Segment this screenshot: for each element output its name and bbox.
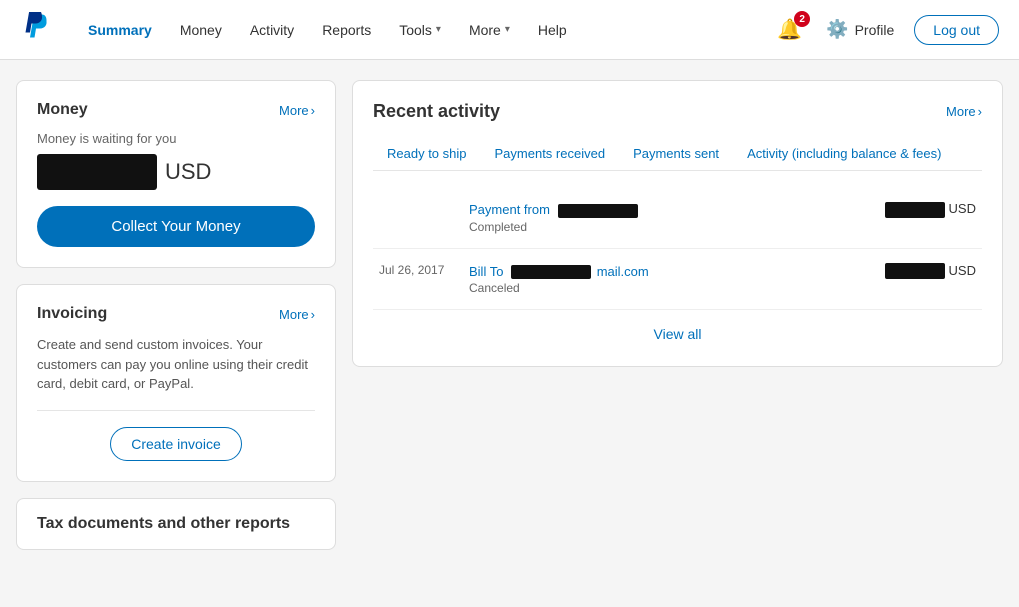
- tx-amount: USD: [801, 187, 982, 248]
- notification-badge: 2: [794, 11, 810, 27]
- activity-header: Recent activity More ›: [373, 101, 982, 122]
- activity-card: Recent activity More › Ready to ship Pay…: [352, 80, 1003, 367]
- invoicing-card-header: Invoicing More ›: [37, 305, 315, 323]
- nav-tools[interactable]: Tools ▾: [387, 14, 453, 46]
- nav-activity[interactable]: Activity: [238, 14, 306, 46]
- tx-status: Canceled: [469, 281, 795, 295]
- recipient-redacted: [558, 204, 638, 218]
- left-column: Money More › Money is waiting for you US…: [16, 80, 336, 550]
- tax-card: Tax documents and other reports: [16, 498, 336, 550]
- more-chevron-icon: ▾: [505, 24, 510, 35]
- view-all: View all: [373, 310, 982, 346]
- tab-payments-received[interactable]: Payments received: [481, 138, 620, 171]
- money-card-header: Money More ›: [37, 101, 315, 119]
- recipient-redacted: [511, 265, 591, 279]
- nav-money[interactable]: Money: [168, 14, 234, 46]
- nav-summary[interactable]: Summary: [76, 14, 164, 46]
- tx-date: [373, 187, 463, 248]
- invoicing-card-title: Invoicing: [37, 305, 107, 323]
- nav-links: Summary Money Activity Reports Tools ▾ M…: [76, 14, 773, 46]
- money-card-title: Money: [37, 101, 88, 119]
- currency-label: USD: [165, 159, 211, 185]
- nav-more[interactable]: More ▾: [457, 14, 522, 46]
- tx-type-link[interactable]: Payment from: [469, 202, 638, 217]
- divider: [37, 410, 315, 411]
- tx-info: Bill To mail.com Canceled: [463, 248, 801, 310]
- profile-label: Profile: [855, 22, 895, 38]
- logout-button[interactable]: Log out: [914, 15, 999, 45]
- view-all-link[interactable]: View all: [654, 326, 702, 342]
- tab-payments-sent[interactable]: Payments sent: [619, 138, 733, 171]
- navigation: Summary Money Activity Reports Tools ▾ M…: [0, 0, 1019, 60]
- activity-tabs: Ready to ship Payments received Payments…: [373, 138, 982, 171]
- tx-amount: USD: [801, 248, 982, 310]
- invoicing-description: Create and send custom invoices. Your cu…: [37, 335, 315, 394]
- tab-activity-balance[interactable]: Activity (including balance & fees): [733, 138, 955, 171]
- nav-right: 🔔 2 ⚙️ Profile Log out: [773, 13, 999, 46]
- profile-button[interactable]: ⚙️ Profile: [818, 15, 902, 44]
- tools-chevron-icon: ▾: [436, 24, 441, 35]
- activity-table: Payment from Completed USD: [373, 187, 982, 310]
- main-content: Money More › Money is waiting for you US…: [0, 60, 1019, 570]
- amount-redacted-block: [37, 154, 157, 190]
- tx-status: Completed: [469, 220, 795, 234]
- table-row: Jul 26, 2017 Bill To mail.com Canceled: [373, 248, 982, 310]
- nav-reports[interactable]: Reports: [310, 14, 383, 46]
- collect-money-button[interactable]: Collect Your Money: [37, 206, 315, 247]
- chevron-right-icon: ›: [978, 104, 982, 119]
- activity-title: Recent activity: [373, 101, 500, 122]
- chevron-right-icon: ›: [311, 103, 315, 118]
- tx-link-row1[interactable]: Payment from: [469, 201, 795, 218]
- money-card: Money More › Money is waiting for you US…: [16, 80, 336, 268]
- nav-help[interactable]: Help: [526, 14, 579, 46]
- activity-more-link[interactable]: More ›: [946, 104, 982, 119]
- amount-redacted: [885, 263, 945, 279]
- tx-date: Jul 26, 2017: [373, 248, 463, 310]
- chevron-right-icon: ›: [311, 307, 315, 322]
- money-waiting-text: Money is waiting for you: [37, 131, 315, 146]
- table-row: Payment from Completed USD: [373, 187, 982, 248]
- right-column: Recent activity More › Ready to ship Pay…: [352, 80, 1003, 550]
- create-invoice-button[interactable]: Create invoice: [110, 427, 242, 461]
- gear-icon: ⚙️: [826, 19, 848, 40]
- money-amount: USD: [37, 154, 315, 190]
- tab-ready-to-ship[interactable]: Ready to ship: [373, 138, 481, 171]
- invoicing-card: Invoicing More › Create and send custom …: [16, 284, 336, 482]
- tx-info: Payment from Completed: [463, 187, 801, 248]
- invoicing-more-link[interactable]: More ›: [279, 307, 315, 322]
- money-more-link[interactable]: More ›: [279, 103, 315, 118]
- tx-type-link[interactable]: Bill To mail.com: [469, 264, 649, 279]
- tx-link-row2[interactable]: Bill To mail.com: [469, 263, 795, 280]
- notifications-button[interactable]: 🔔 2: [773, 13, 806, 46]
- tax-card-title: Tax documents and other reports: [37, 515, 290, 532]
- amount-redacted: [885, 202, 945, 218]
- paypal-logo[interactable]: [20, 12, 52, 47]
